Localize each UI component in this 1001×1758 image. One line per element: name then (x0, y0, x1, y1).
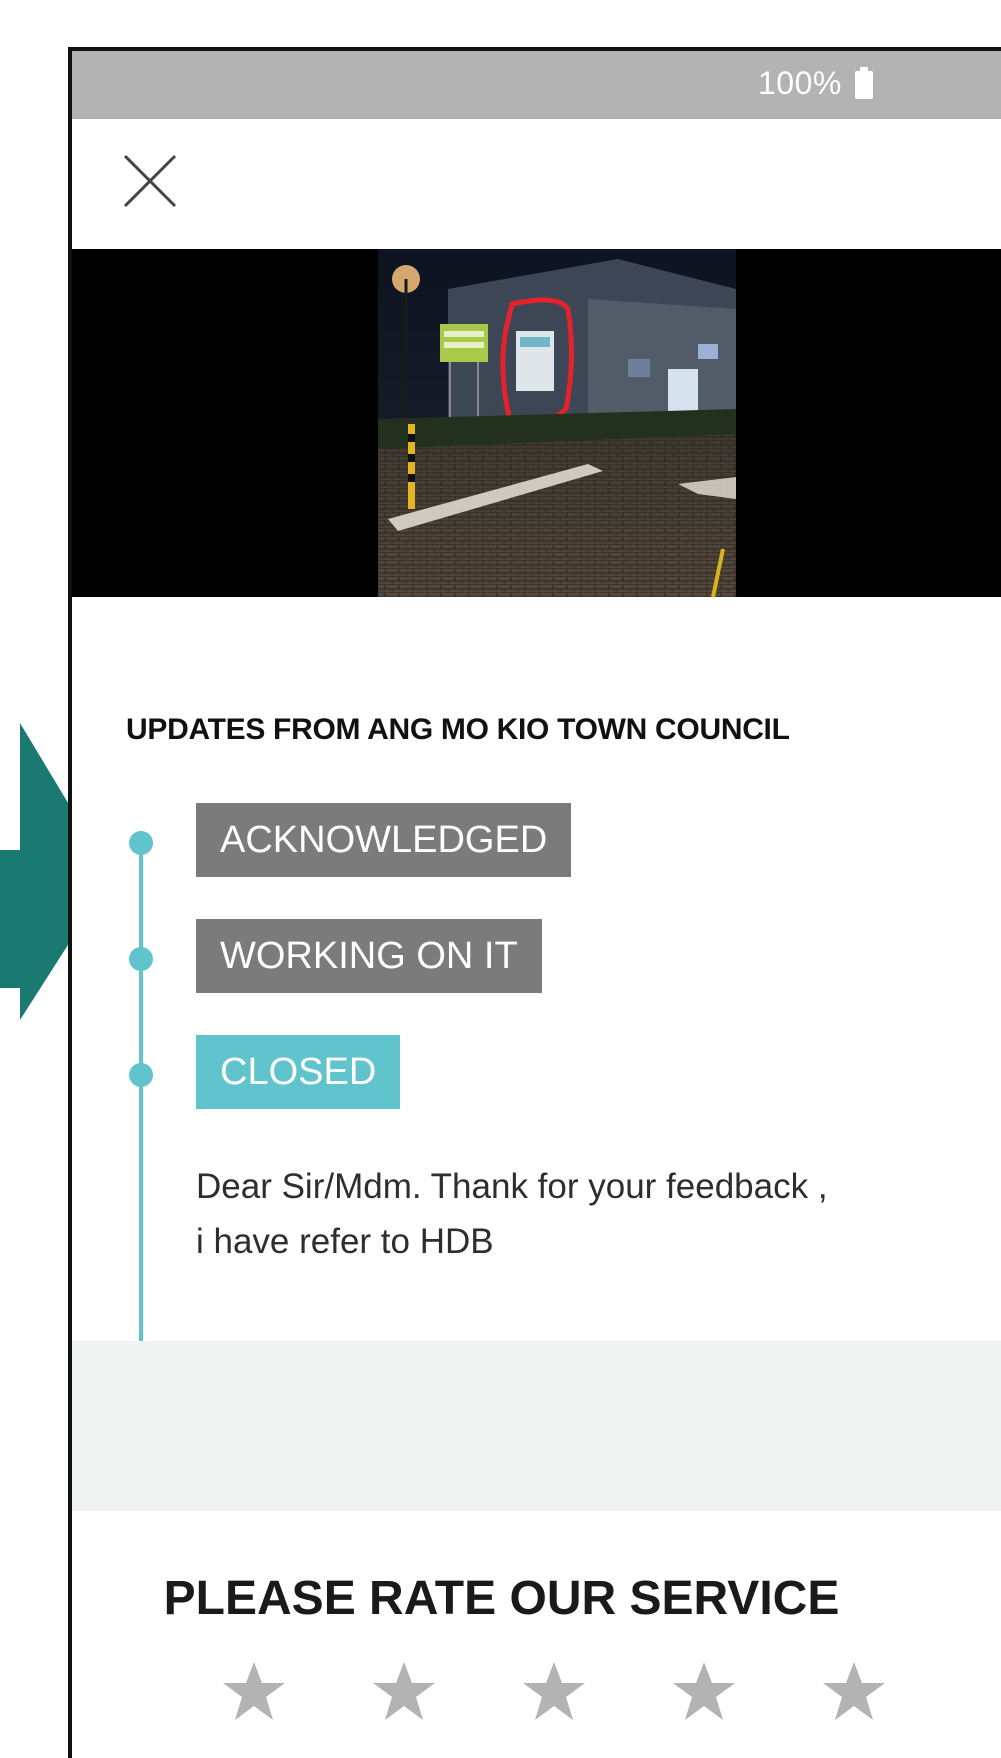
reply-line: i have refer to HDB (196, 1222, 494, 1261)
star-icon[interactable] (522, 1659, 586, 1723)
timeline-dot (129, 1063, 153, 1087)
star-icon[interactable] (822, 1659, 886, 1723)
status-bar: 100% (72, 51, 1001, 119)
timeline-line (139, 833, 143, 1343)
close-button[interactable] (120, 151, 180, 211)
status-tag-acknowledged: ACKNOWLEDGED (196, 803, 572, 877)
status-tag-working-on-it: WORKING ON IT (196, 919, 542, 993)
divider-panel (72, 1341, 1001, 1511)
report-photo[interactable] (378, 249, 736, 597)
timeline-dot (129, 831, 153, 855)
reply-line: Dear Sir/Mdm. Thank for your feedback , (196, 1167, 828, 1206)
phone-screen: 100% UPDATES FROM ANG MO KIO TOWN COUNCI… (68, 47, 1001, 1758)
star-icon[interactable] (222, 1659, 286, 1723)
star-icon[interactable] (672, 1659, 736, 1723)
status-tag-closed: CLOSED (196, 1035, 401, 1109)
timeline-dot (129, 947, 153, 971)
council-reply-message: Dear Sir/Mdm. Thank for your feedback , … (196, 1159, 976, 1269)
updates-heading: UPDATES FROM ANG MO KIO TOWN COUNCIL (126, 713, 790, 746)
rate-service-heading: PLEASE RATE OUR SERVICE (163, 1572, 840, 1625)
star-icon[interactable] (372, 1659, 436, 1723)
battery-percentage: 100% (758, 65, 842, 101)
report-photo-band (72, 249, 1001, 597)
battery-icon (855, 67, 873, 99)
star-rating[interactable] (222, 1659, 886, 1723)
